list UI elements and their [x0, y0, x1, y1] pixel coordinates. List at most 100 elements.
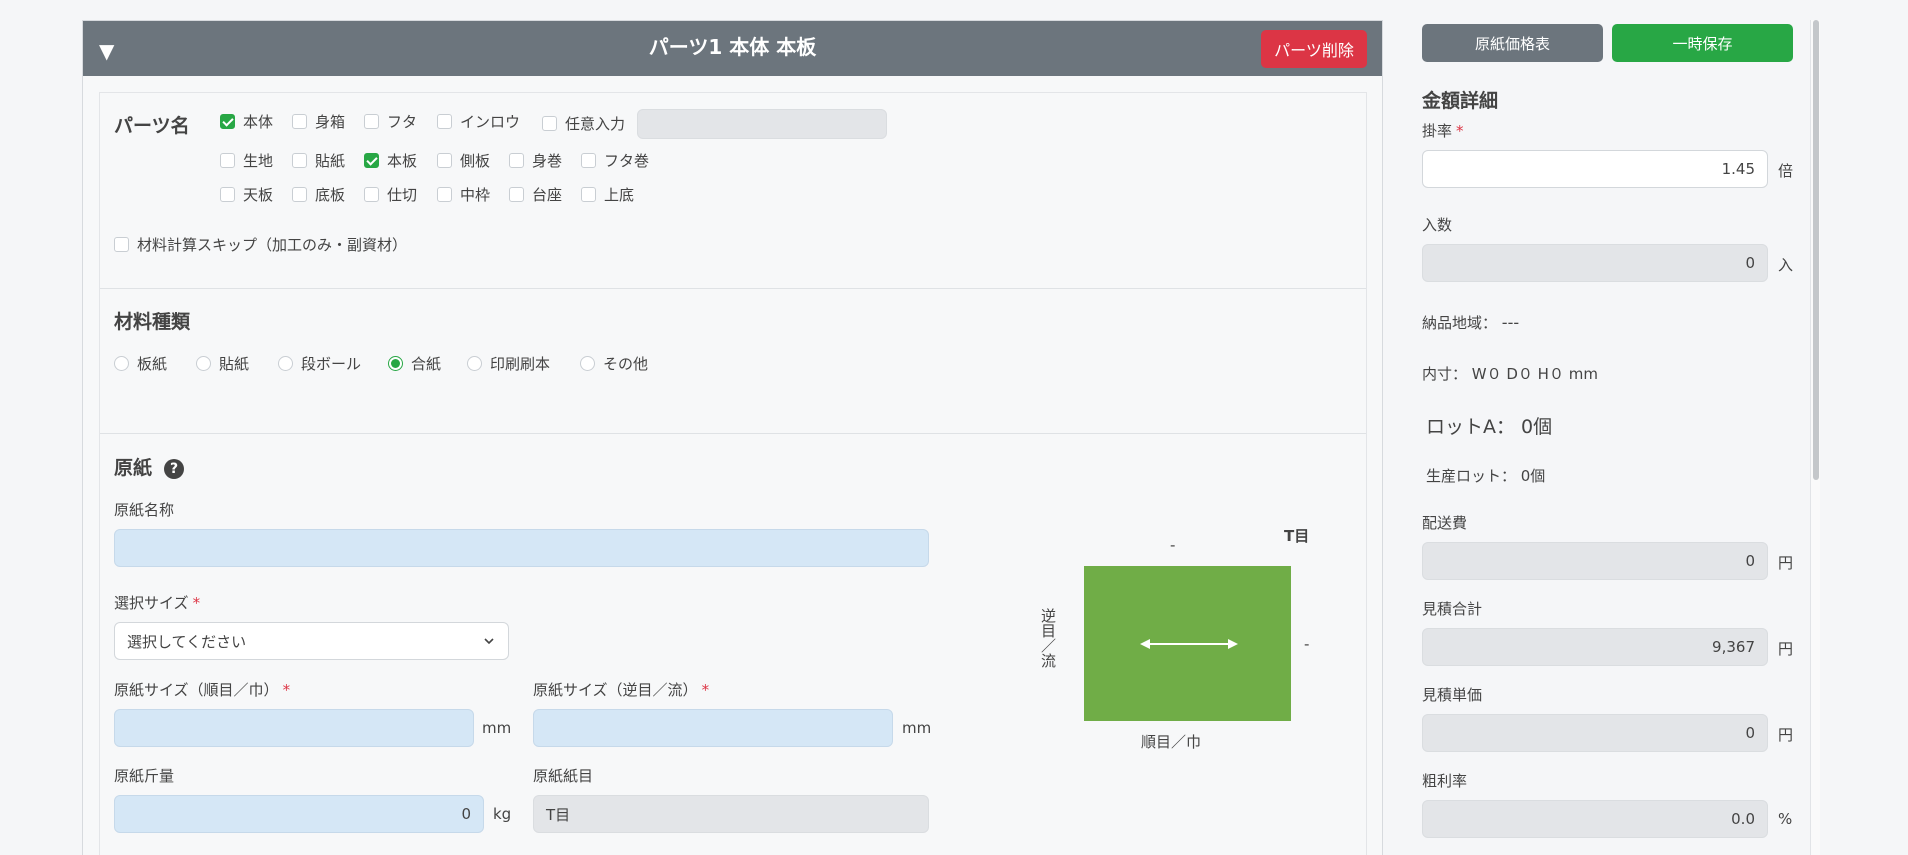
part-name-nakawaku[interactable]: 中枠 — [437, 184, 490, 205]
radio-selected[interactable] — [388, 356, 403, 371]
detail-heading: 金額詳細 — [1422, 90, 1499, 112]
paper-length-input[interactable] — [533, 709, 893, 747]
checkbox[interactable] — [364, 187, 379, 202]
total-field: 9,367 — [1422, 628, 1768, 666]
checkbox[interactable] — [220, 153, 235, 168]
radio[interactable] — [196, 356, 211, 371]
part-name-mimaki[interactable]: 身巻 — [509, 150, 562, 171]
rate-unit: 倍 — [1778, 162, 1794, 180]
part-name-kiji[interactable]: 生地 — [220, 150, 273, 171]
region-row: 納品地域： --- — [1422, 313, 1520, 332]
checkbox[interactable] — [220, 187, 235, 202]
scrollbar-thumb[interactable] — [1813, 20, 1819, 480]
temp-save-button[interactable]: 一時保存 — [1612, 24, 1793, 62]
part-name-free[interactable]: 任意入力 — [542, 113, 625, 134]
part-body: パーツ名 本体 身箱 フタ インロウ 任意入力 生地 貼紙 本板 側板 身巻 フ… — [99, 92, 1367, 855]
material-heading: 材料種類 — [114, 311, 191, 333]
delete-part-button[interactable]: パーツ削除 — [1261, 30, 1367, 68]
paper-name-input[interactable] — [114, 529, 929, 567]
inner-size: 内寸： W０ D０ H０ mm — [1422, 365, 1598, 383]
material-itagami[interactable]: 板紙 — [114, 353, 167, 374]
unit-mm: mm — [902, 719, 932, 737]
scrollbar[interactable] — [1810, 20, 1820, 855]
checkbox[interactable] — [437, 114, 452, 129]
double-arrow-icon — [1140, 639, 1238, 649]
divider — [100, 288, 1366, 289]
yen-unit: 円 — [1778, 640, 1794, 658]
part-name-mibako[interactable]: 身箱 — [292, 111, 345, 132]
radio[interactable] — [580, 356, 595, 371]
part-name-daiza[interactable]: 台座 — [509, 184, 562, 205]
checkbox[interactable] — [292, 114, 307, 129]
checkbox[interactable] — [364, 114, 379, 129]
shipping-field: 0 — [1422, 542, 1768, 580]
paper-heading: 原紙? — [114, 453, 185, 480]
margin-label: 粗利率 — [1422, 772, 1468, 790]
part-name-harigami[interactable]: 貼紙 — [292, 150, 345, 171]
material-insatsu[interactable]: 印刷刷本 — [467, 353, 550, 374]
part-name-hontai[interactable]: 本体 — [220, 111, 273, 132]
checkbox[interactable] — [581, 153, 596, 168]
shipping-label: 配送費 — [1422, 514, 1468, 532]
skip-material-checkbox[interactable]: 材料計算スキップ（加工のみ・副資材） — [114, 234, 407, 255]
paper-grain-label: 原紙紙目 — [533, 767, 594, 785]
part-name-gawaita[interactable]: 側板 — [437, 150, 490, 171]
part-name-uwazoko[interactable]: 上底 — [581, 184, 634, 205]
top-dimension: - — [1170, 536, 1176, 554]
yen-unit: 円 — [1778, 554, 1794, 572]
grain-type-label: T目 — [1284, 527, 1310, 545]
help-icon[interactable]: ? — [164, 458, 185, 479]
checkbox[interactable] — [437, 153, 452, 168]
part-title: パーツ1 本体 本板 — [648, 35, 817, 59]
paper-width-input[interactable] — [114, 709, 474, 747]
total-label: 見積合計 — [1422, 600, 1483, 618]
checkbox-checked[interactable] — [364, 153, 379, 168]
checkbox[interactable] — [292, 187, 307, 202]
production-lot: 生産ロット： 0個 — [1426, 467, 1546, 485]
part-name-futamaki[interactable]: フタ巻 — [581, 150, 649, 171]
percent-unit: % — [1778, 810, 1793, 828]
right-dimension: - — [1304, 635, 1310, 653]
rate-label: 掛率 * — [1422, 122, 1464, 140]
part-name-tenita[interactable]: 天板 — [220, 184, 273, 205]
radio[interactable] — [114, 356, 129, 371]
paper-name-label: 原紙名称 — [114, 501, 175, 519]
margin-field: 0.0 — [1422, 800, 1768, 838]
part-name-heading: パーツ名 — [114, 115, 190, 137]
part-name-sokoita[interactable]: 底板 — [292, 184, 345, 205]
paper-grain-field: T目 — [533, 795, 929, 833]
chevron-down-icon — [484, 638, 494, 645]
rate-input[interactable]: 1.45 — [1422, 150, 1768, 188]
paper-grain-diagram — [1084, 566, 1291, 721]
part-name-shikiri[interactable]: 仕切 — [364, 184, 417, 205]
unit-kg: kg — [493, 805, 512, 823]
checkbox[interactable] — [292, 153, 307, 168]
material-danboru[interactable]: 段ボール — [278, 353, 361, 374]
part-name-futa[interactable]: フタ — [364, 111, 417, 132]
price-table-button[interactable]: 原紙価格表 — [1422, 24, 1603, 62]
paper-weight-input[interactable]: 0 — [114, 795, 484, 833]
checkbox[interactable] — [509, 153, 524, 168]
material-other[interactable]: その他 — [580, 353, 648, 374]
checkbox[interactable] — [542, 116, 557, 131]
bottom-axis-label: 順目／巾 — [1141, 733, 1202, 751]
select-size-label: 選択サイズ * — [114, 594, 201, 612]
part-panel: ▼ パーツ1 本体 本板 パーツ削除 パーツ名 本体 身箱 フタ インロウ 任意… — [82, 20, 1383, 855]
free-input-field[interactable] — [637, 109, 887, 139]
paper-length-label: 原紙サイズ（逆目／流） * — [533, 681, 710, 699]
material-aishi[interactable]: 合紙 — [388, 353, 441, 374]
checkbox[interactable] — [114, 237, 129, 252]
yen-unit: 円 — [1778, 726, 1794, 744]
radio[interactable] — [467, 356, 482, 371]
radio[interactable] — [278, 356, 293, 371]
checkbox[interactable] — [509, 187, 524, 202]
part-header: ▼ パーツ1 本体 本板 パーツ削除 — [83, 21, 1382, 76]
material-harigami[interactable]: 貼紙 — [196, 353, 249, 374]
checkbox-checked[interactable] — [220, 114, 235, 129]
side-axis-label: 逆目／流 — [1039, 608, 1057, 668]
part-name-honita[interactable]: 本板 — [364, 150, 417, 171]
checkbox[interactable] — [581, 187, 596, 202]
checkbox[interactable] — [437, 187, 452, 202]
select-size-dropdown[interactable]: 選択してください — [114, 622, 509, 660]
part-name-inrou[interactable]: インロウ — [437, 111, 520, 132]
